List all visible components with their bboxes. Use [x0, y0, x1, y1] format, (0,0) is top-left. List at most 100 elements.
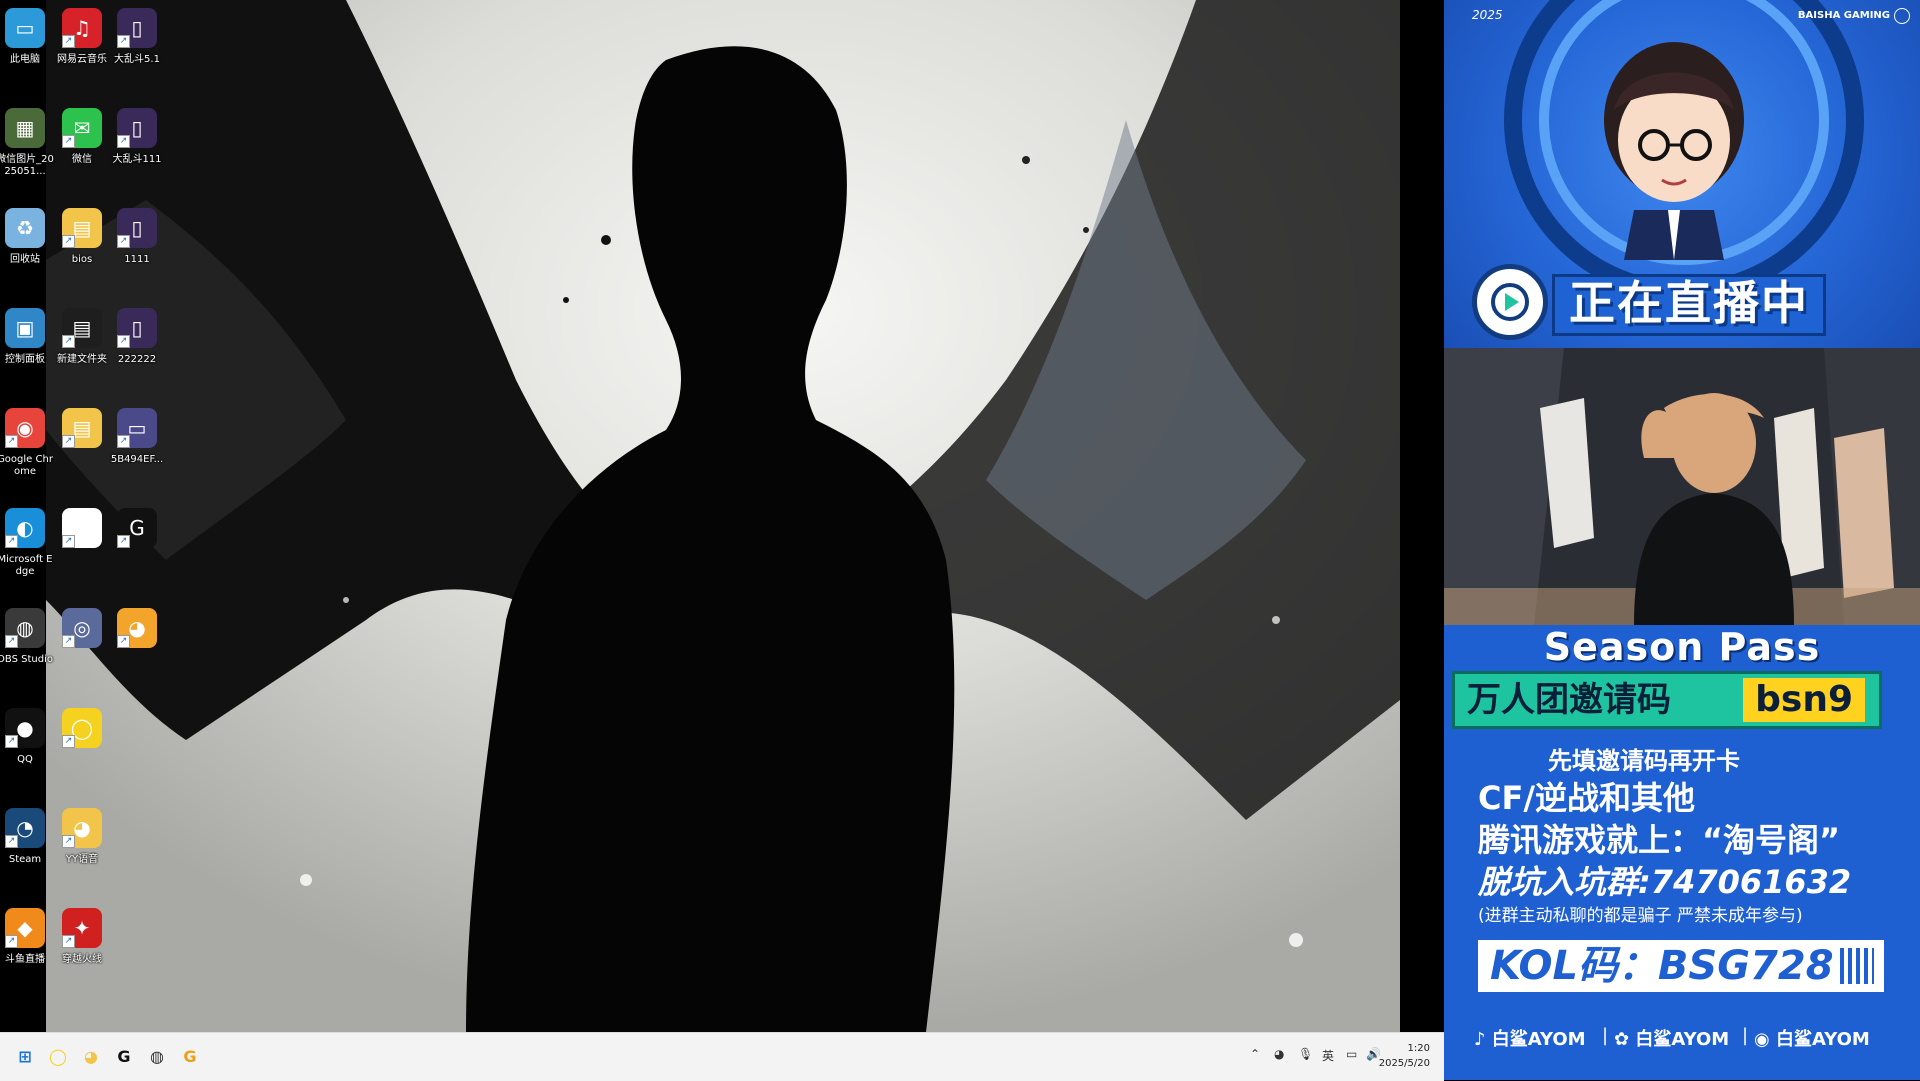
desktop-icon-raccoon-2[interactable]: ◕ ↗ [108, 604, 166, 700]
social-separator: | [1742, 1025, 1749, 1046]
desktop-icon-app-8[interactable]: ◯ ↗ [53, 704, 111, 800]
game-file-icon: ▯ ↗ [117, 208, 157, 248]
shortcut-arrow-icon: ↗ [117, 435, 130, 448]
desktop-icon-obs-studio[interactable]: ◍ ↗ OBS Studio [0, 604, 54, 700]
taskbar-g-hub-icon[interactable]: G [175, 1041, 205, 1071]
obs-icon: ◍ ↗ [5, 608, 45, 648]
shortcut-arrow-icon: ↗ [62, 135, 75, 148]
promo-line-5: (进群主动私聊的都是骗子 严禁未成年参与) [1478, 906, 1803, 926]
screen-gap [1400, 0, 1444, 1032]
image-file-icon: ▦ [5, 108, 45, 148]
desktop-icon-file-222222[interactable]: ▯ ↗ 222222 [108, 304, 166, 400]
shortcut-arrow-icon: ↗ [62, 235, 75, 248]
taskbar: ⊞ ◯ ◕ G ◍ G ⌃ ◕ 🎙 英 ▭ 🔊 1:20 2025/5/20 [0, 1032, 1444, 1081]
shortcut-arrow-icon: ↗ [5, 435, 18, 448]
network-icon[interactable]: ▭ [1346, 1047, 1357, 1061]
raccoon-app-icon: ◕ ↗ [117, 608, 157, 648]
taskbar-obs-icon[interactable]: ◍ [142, 1041, 172, 1071]
desktop-icon-wechat-images[interactable]: ▦ 微信图片_2025051... [0, 104, 54, 200]
desktop-icon-logitech-g[interactable]: G ↗ [108, 504, 166, 600]
shortcut-arrow-icon: ↗ [62, 635, 75, 648]
desktop-icon-recycle-bin[interactable]: ♻ 回收站 [0, 204, 54, 300]
desktop-icon-file-6[interactable]: ▯ ↗ [53, 504, 111, 600]
desktop-icon-douyu[interactable]: ◆ ↗ 斗鱼直播 [0, 904, 54, 1000]
ime-indicator[interactable]: 英 [1322, 1047, 1334, 1064]
shortcut-arrow-icon: ↗ [62, 35, 75, 48]
desktop-icon-label: Steam [8, 854, 42, 865]
clock[interactable]: 1:20 2025/5/20 [1379, 1041, 1430, 1071]
desktop-icon-this-pc[interactable]: ▭ 此电脑 [0, 4, 54, 100]
desktop-icon-label: 网易云音乐 [57, 54, 107, 65]
desktop-icon-dld-111[interactable]: ▯ ↗ 大乱斗111 [108, 104, 166, 200]
desktop-icon-qq[interactable]: ● ↗ QQ [0, 704, 54, 800]
crossfire-icon: ✦ ↗ [62, 908, 102, 948]
folder-icon: ▤ ↗ [62, 308, 102, 348]
desktop-icon-label: 微信图片_2025051... [0, 154, 54, 177]
chrome-icon: ◉ ↗ [5, 408, 45, 448]
promo-line-3: 腾讯游戏就上：“淘号阁” [1478, 821, 1841, 859]
shortcut-arrow-icon: ↗ [117, 335, 130, 348]
shortcut-arrow-icon: ↗ [62, 735, 75, 748]
desktop-icon-file-1111[interactable]: ▯ ↗ 1111 [108, 204, 166, 300]
shortcut-arrow-icon: ↗ [5, 635, 18, 648]
desktop-icon-wechat[interactable]: ✉ ↗ 微信 [53, 104, 111, 200]
desktop-icon-app-7[interactable]: ◎ ↗ [53, 604, 111, 700]
desktop-icon-label: 穿越火线 [62, 954, 102, 965]
folder-icon: ▤ ↗ [62, 408, 102, 448]
shortcut-arrow-icon: ↗ [5, 935, 18, 948]
social-weibo: ◉ 白鲨AYOM [1754, 1025, 1870, 1051]
desktop-icon-google-chrome[interactable]: ◉ ↗ Google Chrome [0, 404, 54, 500]
taskbar-raccoon-app-icon[interactable]: ◕ [76, 1041, 106, 1071]
microphone-icon[interactable]: 🎙 [1298, 1047, 1313, 1061]
shortcut-arrow-icon: ↗ [117, 235, 130, 248]
promo-line-1: 先填邀请码再开卡 [1548, 747, 1740, 775]
taskbar-ring-app-icon[interactable]: ◯ [43, 1041, 73, 1071]
desktop-icon-label: 1111 [124, 254, 150, 265]
tray-raccoon-icon[interactable]: ◕ [1274, 1047, 1284, 1061]
promo-line-2: CF/逆战和其他 [1478, 779, 1696, 817]
recycle-bin-icon: ♻ [5, 208, 45, 248]
desktop-icon-microsoft-edge[interactable]: ◐ ↗ Microsoft Edge [0, 504, 54, 600]
desktop-icon-folder-5[interactable]: ▤ ↗ [53, 404, 111, 500]
social-douyin: ♪ 白鲨AYOM [1474, 1025, 1586, 1051]
invite-code-label: 万人团邀请码 [1467, 680, 1671, 720]
qq-penguin-icon: ● ↗ [5, 708, 45, 748]
social-handle: 白鲨AYOM [1635, 1029, 1730, 1050]
desktop-icon-new-folder[interactable]: ▤ ↗ 新建文件夹 [53, 304, 111, 400]
shortcut-arrow-icon: ↗ [117, 35, 130, 48]
desktop-icon-label: 5B494EF... [110, 454, 164, 465]
overlay-promo: Season Pass 万人团邀请码 bsn9 先填邀请码再开卡 CF/逆战和其… [1444, 625, 1920, 1080]
shortcut-arrow-icon: ↗ [117, 135, 130, 148]
brand-logo-icon [1894, 8, 1910, 24]
douyu-fish-icon: ◆ ↗ [5, 908, 45, 948]
desktop-icon-label: QQ [17, 754, 33, 765]
shortcut-arrow-icon: ↗ [62, 835, 75, 848]
taskbar-logitech-g-icon[interactable]: G [109, 1041, 139, 1071]
desktop-icon-bios[interactable]: ▤ ↗ bios [53, 204, 111, 300]
desktop[interactable]: ▭ 此电脑 ▦ 微信图片_2025051... ♻ 回收站 ▣ 控制面板 ◉ ↗ Google Ch… [0, 0, 1400, 1032]
game-file-icon: ▯ ↗ [117, 308, 157, 348]
season-pass-title: Season Pass [1543, 625, 1821, 669]
desktop-icon-file-5b[interactable]: ▭ ↗ 5B494EF... [108, 404, 166, 500]
desktop-icon-label: 此电脑 [10, 54, 40, 65]
invite-code-box: 万人团邀请码 bsn9 [1452, 671, 1882, 729]
desktop-icon-crossfire[interactable]: ✦ ↗ 穿越火线 [53, 904, 111, 1000]
kol-code: KOL码：BSG728 [1478, 940, 1884, 992]
shortcut-arrow-icon: ↗ [5, 835, 18, 848]
shortcut-arrow-icon: ↗ [117, 635, 130, 648]
angel-wallpaper [46, 0, 1400, 1032]
desktop-icon-label: bios [71, 254, 93, 265]
monitor-icon: ▭ [5, 8, 45, 48]
desktop-icon-dld-51[interactable]: ▯ ↗ 大乱斗5.1 [108, 4, 166, 100]
chevron-up-icon[interactable]: ⌃ [1250, 1047, 1260, 1061]
live-now-label: 正在直播中 [1552, 274, 1826, 336]
shortcut-arrow-icon: ↗ [62, 935, 75, 948]
desktop-icon-steam[interactable]: ◔ ↗ Steam [0, 804, 54, 900]
taskbar-windows-start-icon[interactable]: ⊞ [10, 1041, 40, 1071]
desktop-icon-control-panel[interactable]: ▣ 控制面板 [0, 304, 54, 400]
play-icon [1472, 264, 1548, 340]
raccoon-app-icon: ◕ ↗ [62, 808, 102, 848]
desktop-icon-yy-voice[interactable]: ◕ ↗ YY语音 [53, 804, 111, 900]
desktop-icon-netease-music[interactable]: ♫ ↗ 网易云音乐 [53, 4, 111, 100]
text-file-icon: ▯ ↗ [62, 508, 102, 548]
